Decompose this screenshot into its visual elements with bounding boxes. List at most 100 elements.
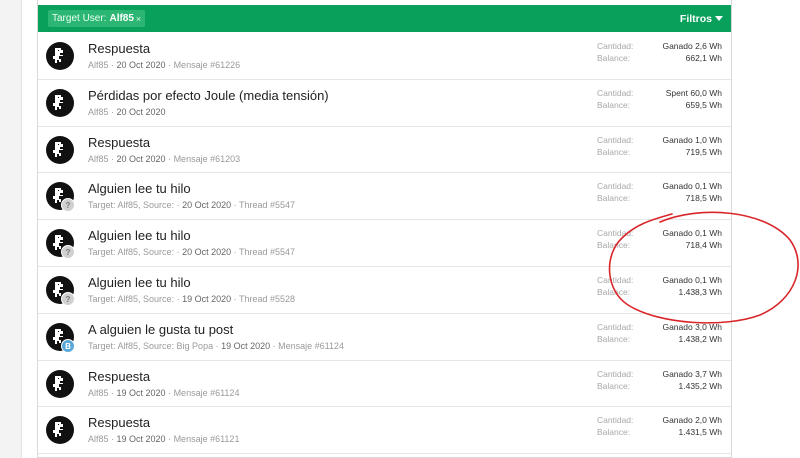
balance-value: 1.431,5 Wh — [678, 427, 722, 438]
avatar[interactable] — [46, 88, 74, 117]
meta-part: Alf85 — [88, 153, 109, 164]
balance-value: 662,1 Wh — [685, 53, 722, 63]
list-item[interactable]: ? Alguien lee tu hilo Target: Alf85, Sourc… — [38, 267, 731, 314]
amount-value: Ganado 3,7 Wh — [662, 368, 722, 379]
amount-label: Cantidad: — [597, 87, 634, 98]
meta-part: Alf85 — [88, 434, 109, 445]
left-sidebar-strip — [0, 0, 22, 458]
item-meta: Alf85 · 19 Oct 2020 · Mensaje #61121 — [88, 434, 240, 445]
meta-part: 20 Oct 2020 — [116, 106, 166, 117]
amount-label: Cantidad: — [597, 181, 634, 192]
avatar[interactable] — [46, 369, 74, 398]
item-meta: Alf85 · 20 Oct 2020 · Mensaje #61226 — [88, 60, 241, 70]
item-stats: Cantidad: Ganado 2,6 Wh Balance: 662,1 Wh — [597, 40, 722, 64]
item-stats: Cantidad: Ganado 0,1 Wh Balance: 1.438,3 Wh — [597, 274, 722, 298]
chip-user: Alf85 — [109, 13, 134, 24]
item-title[interactable]: A alguien le gusta tu post — [88, 322, 233, 337]
filter-bar: Target User: Alf85 × Filtros — [38, 5, 731, 32]
item-stats: Cantidad: Ganado 3,7 Wh Balance: 1.435,2 Wh — [597, 368, 722, 392]
item-meta: Target: Alf85, Source: · 19 Oct 2020 · T… — [88, 293, 295, 304]
item-meta: Target: Alf85, Source: Big Popa · 19 Oct… — [88, 340, 345, 351]
item-stats: Cantidad: Ganado 1,0 Wh Balance: 719,5 Wh — [597, 134, 722, 158]
item-stats: Cantidad: Spent 60,0 Wh Balance: 659,5 Wh — [597, 87, 722, 111]
source-avatar-badge[interactable]: ? — [61, 198, 75, 213]
filters-label: Filtros — [679, 12, 712, 25]
filters-dropdown-button[interactable]: Filtros — [680, 13, 723, 25]
item-meta: Alf85 · 20 Oct 2020 · Mensaje #61203 — [88, 153, 241, 164]
list-item[interactable]: Respuesta Alf85 · 20 Oct 2020 · Mensaje #… — [38, 127, 731, 174]
item-title[interactable]: Respuesta — [88, 369, 150, 384]
amount-value: Ganado 3,0 Wh — [662, 321, 722, 332]
item-title[interactable]: Alguien lee tu hilo — [88, 181, 191, 196]
avatar[interactable] — [46, 416, 74, 445]
meta-part: 20 Oct 2020 — [116, 60, 166, 70]
meta-part: Mensaje #61226 — [173, 60, 241, 70]
meta-part: Target: Alf85, Source: Big Popa — [88, 340, 214, 351]
meta-part: Alf85 — [88, 106, 109, 117]
list-item[interactable]: Pérdidas por efecto Joule (media tensión… — [38, 80, 731, 127]
item-stats: Cantidad: Ganado 0,1 Wh Balance: 718,4 Wh — [597, 227, 722, 251]
item-title[interactable]: Pérdidas por efecto Joule (media tensión… — [88, 88, 329, 103]
meta-part: Thread #5547 — [238, 247, 295, 258]
meta-part: Target: Alf85, Source: — [88, 293, 175, 304]
meta-part: Alf85 — [88, 387, 109, 398]
item-title[interactable]: Alguien lee tu hilo — [88, 228, 191, 243]
list-item[interactable]: Respuesta Alf85 · 20 Oct 2020 · Mensaje #… — [38, 33, 731, 80]
balance-label: Balance: — [597, 99, 631, 110]
meta-part: Target: Alf85, Source: — [88, 200, 175, 211]
balance-value: 1.435,2 Wh — [678, 380, 722, 391]
avatar[interactable] — [46, 135, 74, 164]
item-meta: Target: Alf85, Source: · 20 Oct 2020 · T… — [88, 200, 295, 211]
item-meta: Alf85 · 19 Oct 2020 · Mensaje #61124 — [88, 387, 240, 398]
avatar[interactable] — [46, 42, 74, 70]
amount-value: Ganado 2,0 Wh — [662, 415, 722, 426]
source-avatar-badge[interactable]: B — [61, 338, 75, 353]
amount-value: Ganado 0,1 Wh — [662, 228, 722, 239]
meta-part: 19 Oct 2020 — [182, 293, 232, 304]
meta-part: 20 Oct 2020 — [182, 247, 232, 258]
balance-value: 1.438,2 Wh — [678, 333, 722, 344]
meta-part: Mensaje #61124 — [173, 387, 240, 398]
amount-label: Cantidad: — [597, 274, 634, 285]
item-title[interactable]: Alguien lee tu hilo — [88, 275, 191, 290]
balance-value: 659,5 Wh — [685, 99, 722, 110]
balance-label: Balance: — [597, 427, 631, 438]
item-meta: Target: Alf85, Source: · 20 Oct 2020 · T… — [88, 247, 295, 258]
item-stats: Cantidad: Ganado 0,1 Wh Balance: 718,5 Wh — [597, 180, 722, 204]
balance-value: 719,5 Wh — [685, 146, 722, 157]
meta-part: Alf85 — [88, 60, 109, 70]
meta-part: Target: Alf85, Source: — [88, 247, 175, 258]
meta-part: 19 Oct 2020 — [116, 387, 166, 398]
list-item[interactable]: Respuesta Alf85 · 19 Oct 2020 · Mensaje #… — [38, 361, 731, 408]
target-user-filter-chip[interactable]: Target User: Alf85 × — [48, 10, 146, 27]
close-icon[interactable]: × — [136, 14, 141, 24]
source-avatar-badge[interactable]: ? — [61, 245, 75, 260]
item-stats: Cantidad: Ganado 2,0 Wh Balance: 1.431,5 Wh — [597, 414, 722, 438]
balance-label: Balance: — [597, 333, 631, 344]
meta-part: Mensaje #61124 — [278, 340, 345, 351]
amount-value: Spent 60,0 Wh — [665, 87, 722, 98]
amount-value: Ganado 1,0 Wh — [662, 134, 722, 145]
balance-label: Balance: — [597, 286, 631, 297]
item-title[interactable]: Respuesta — [88, 135, 150, 150]
list-item[interactable]: B A alguien le gusta tu post Target: Alf85… — [38, 314, 731, 361]
item-title[interactable]: Respuesta — [88, 41, 150, 56]
list-item[interactable]: ? Alguien lee tu hilo Target: Alf85, Sourc… — [38, 173, 731, 221]
item-meta: Alf85 · 20 Oct 2020 — [88, 106, 166, 117]
chip-label: Target User: — [52, 13, 107, 24]
source-avatar-badge[interactable]: ? — [61, 291, 75, 306]
amount-value: Ganado 0,1 Wh — [662, 274, 722, 285]
balance-label: Balance: — [597, 380, 631, 391]
item-title[interactable]: Respuesta — [88, 415, 150, 430]
meta-part: Thread #5528 — [238, 293, 295, 304]
amount-label: Cantidad: — [597, 415, 634, 426]
caret-down-icon — [715, 16, 723, 21]
list-item[interactable]: ? Alguien lee tu hilo Target: Alf85, Sourc… — [38, 220, 731, 267]
amount-label: Cantidad: — [597, 228, 634, 239]
list-item[interactable]: Respuesta Alf85 · 19 Oct 2020 · Mensaje #… — [38, 407, 731, 455]
meta-part: 19 Oct 2020 — [221, 340, 271, 351]
meta-part: Thread #5547 — [238, 200, 295, 211]
meta-part: Mensaje #61121 — [173, 434, 240, 445]
balance-label: Balance: — [597, 193, 631, 204]
meta-part: Mensaje #61203 — [173, 153, 241, 164]
